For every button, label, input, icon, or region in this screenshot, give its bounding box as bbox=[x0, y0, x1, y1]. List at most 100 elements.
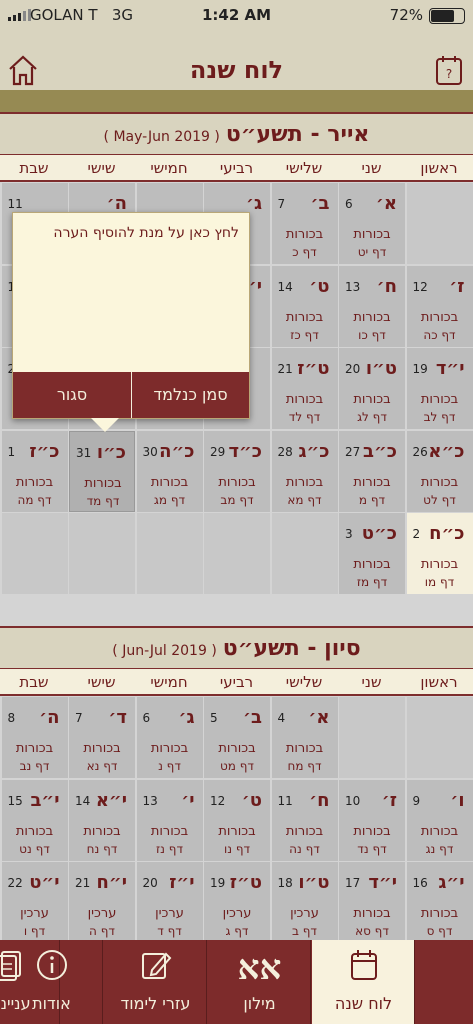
gregorian-date: 21 bbox=[75, 876, 91, 890]
tab-pencil[interactable]: עזרי לימוד bbox=[104, 940, 207, 1024]
day-cell[interactable]: ח׳ 11 בכורות דף נה bbox=[271, 779, 338, 861]
gregorian-date: 13 bbox=[345, 279, 361, 294]
day-cell[interactable]: ז׳ 10 בכורות דף נד bbox=[339, 779, 405, 861]
daf-page: דף סא bbox=[355, 924, 389, 938]
tractate-name: בכורות bbox=[420, 392, 459, 407]
daf-page: דף נ bbox=[158, 759, 181, 773]
day-cell[interactable]: ו׳ 9 בכורות דף נג bbox=[406, 779, 473, 861]
close-button[interactable]: סגור bbox=[13, 372, 131, 418]
hebrew-date: ז׳ bbox=[381, 789, 397, 811]
day-cell[interactable]: י׳ 13 בכורות דף נז bbox=[136, 779, 203, 861]
day-cell[interactable]: ד׳ 7 בכורות דף נא bbox=[69, 697, 135, 778]
weekday-label: שני bbox=[361, 673, 382, 691]
day-cell[interactable]: כ״ג 28 בכורות דף מא bbox=[271, 430, 338, 512]
note-popup[interactable]: לחץ כאן על מנת להוסיף הערה סגור סמן כנלמ… bbox=[12, 212, 250, 432]
day-cell[interactable]: ט״ז 21 בכורות דף לד bbox=[271, 348, 338, 429]
daf-page: דף נב bbox=[19, 759, 50, 773]
tab-label: עזרי לימוד bbox=[120, 994, 191, 1013]
gregorian-date: 17 bbox=[345, 876, 361, 890]
day-cell[interactable]: ז׳ 12 בכורות דף כה bbox=[406, 265, 473, 347]
day-cell[interactable]: כ״א 26 בכורות דף לט bbox=[406, 430, 473, 512]
hebrew-date: ט״ו bbox=[365, 358, 397, 379]
day-cell[interactable]: ט״ז 19 ערכין דף ג bbox=[204, 862, 270, 940]
day-cell[interactable]: י״ז 20 ערכין דף ד bbox=[136, 862, 203, 940]
gregorian-date: 14 bbox=[75, 793, 91, 808]
daf-page: דף נח bbox=[86, 841, 118, 856]
tab-calendar[interactable]: לוח שנה bbox=[312, 940, 415, 1024]
day-cell[interactable]: י״ט 22 ערכין דף ו bbox=[1, 862, 68, 940]
weekday-label: ראשון bbox=[420, 673, 458, 691]
daf-page: דף נו bbox=[223, 841, 251, 856]
day-cell[interactable]: ב׳ 5 בכורות דף מט bbox=[204, 697, 270, 778]
help-calendar-icon[interactable]: ? bbox=[435, 54, 463, 90]
day-cell[interactable]: ג׳ 6 בכורות דף נ bbox=[136, 697, 203, 778]
hebrew-date: כ״א bbox=[428, 440, 465, 462]
gregorian-date: 2 bbox=[412, 527, 421, 541]
tractate-name: ערכין bbox=[155, 906, 184, 921]
day-cell[interactable]: ט״ו 18 ערכין דף ב bbox=[271, 862, 338, 940]
day-cell[interactable]: י״ב 15 בכורות דף נט bbox=[1, 779, 68, 861]
day-cell[interactable]: א׳ 6 בכורות דף יט bbox=[339, 183, 405, 264]
hebrew-date: י״ב bbox=[30, 789, 60, 811]
daf-page: דף לב bbox=[423, 410, 456, 424]
gregorian-date: 20 bbox=[345, 362, 361, 376]
weekday-label: שלישי bbox=[285, 673, 323, 691]
nav-bar: לוח שנה ? bbox=[0, 30, 473, 90]
add-note-hint[interactable]: לחץ כאן על מנת להוסיף הערה bbox=[53, 225, 239, 241]
daf-page: דף לט bbox=[423, 492, 456, 507]
hebrew-date: כ״ד bbox=[228, 440, 262, 462]
gregorian-date: 5 bbox=[210, 711, 218, 725]
day-cell[interactable]: א׳ 4 בכורות דף מח bbox=[271, 697, 338, 778]
mark-learned-button[interactable]: סמן כנלמד bbox=[131, 372, 249, 418]
hebrew-date: א׳ bbox=[375, 193, 397, 214]
day-cell[interactable]: כ״ו 31 בכורות דף מד bbox=[69, 430, 135, 512]
tab-label: אודות bbox=[32, 994, 71, 1013]
daf-page: דף מב bbox=[220, 492, 254, 507]
day-cell[interactable]: ב׳ 7 בכורות דף כ bbox=[271, 183, 338, 264]
daf-page: דף לד bbox=[288, 410, 321, 424]
tractate-name: בכורות bbox=[15, 474, 54, 490]
hebrew-date: ט״ז bbox=[297, 358, 330, 379]
day-cell[interactable]: ח׳ 13 בכורות דף כו bbox=[339, 265, 405, 347]
day-cell[interactable]: י״א 14 בכורות דף נח bbox=[69, 779, 135, 861]
day-cell[interactable]: כ״ט 3 בכורות דף מז bbox=[339, 513, 405, 594]
hebrew-date: כ״ב bbox=[363, 440, 397, 462]
day-cell[interactable]: כ״ב 27 בכורות דף מ bbox=[339, 430, 405, 512]
day-cell[interactable]: ט״ו 20 בכורות דף לג bbox=[339, 348, 405, 429]
daf-page: דף ו bbox=[23, 924, 46, 938]
hebrew-date: י׳ bbox=[181, 789, 195, 811]
daf-page: דף כה bbox=[423, 327, 456, 342]
hebrew-date: י״ד bbox=[435, 358, 465, 379]
day-cell bbox=[204, 513, 270, 594]
day-cell[interactable]: כ״ה 30 בכורות דף מג bbox=[136, 430, 203, 512]
gregorian-date: 29 bbox=[210, 444, 226, 459]
day-cell[interactable]: י״ד 19 בכורות דף לב bbox=[406, 348, 473, 429]
weekday-label: שישי bbox=[87, 673, 116, 691]
day-cell[interactable]: י״ג 16 בכורות דף ס bbox=[406, 862, 473, 940]
weekday-label: שלישי bbox=[285, 159, 323, 177]
gregorian-date: 18 bbox=[277, 876, 293, 890]
day-cell[interactable]: כ״ד 29 בכורות דף מב bbox=[204, 430, 270, 512]
tab-alef[interactable]: אא מילון bbox=[208, 940, 311, 1024]
daf-page: דף ד bbox=[157, 924, 182, 938]
day-cell[interactable]: י״ד 17 בכורות דף סא bbox=[339, 862, 405, 940]
gregorian-date: 20 bbox=[142, 876, 158, 890]
gregorian-date: 10 bbox=[345, 793, 361, 808]
tab-label: לוח שנה bbox=[334, 994, 393, 1013]
day-cell[interactable]: כ״ח 2 בכורות דף מו bbox=[406, 513, 473, 594]
hebrew-date: כ״ה bbox=[159, 440, 195, 462]
day-cell[interactable]: כ״ז 1 בכורות דף מה bbox=[1, 430, 68, 512]
tab-info[interactable]: אודות bbox=[0, 940, 103, 1024]
month-grid: א׳ 4 בכורות דף מח ב׳ 5 בכורות דף מט ג׳ 6 בכורות דף … bbox=[0, 696, 473, 940]
day-cell[interactable]: י״ח 21 ערכין דף ה bbox=[69, 862, 135, 940]
tractate-name: בכורות bbox=[218, 474, 256, 490]
weekday-label: שבת bbox=[19, 673, 49, 691]
svg-text:?: ? bbox=[446, 67, 452, 81]
day-cell[interactable]: ט׳ 12 בכורות דף נו bbox=[204, 779, 270, 861]
month-block: ( Jun-Jul 2019 ) סיון - תשע״ט ראשון שני שליש… bbox=[0, 626, 473, 940]
day-cell[interactable]: ט׳ 14 בכורות דף כז bbox=[271, 265, 338, 347]
pencil-icon bbox=[104, 948, 207, 986]
weekday-label: שבת bbox=[19, 159, 49, 177]
daf-page: דף מה bbox=[17, 492, 52, 507]
day-cell[interactable]: ה׳ 8 בכורות דף נב bbox=[1, 697, 68, 778]
